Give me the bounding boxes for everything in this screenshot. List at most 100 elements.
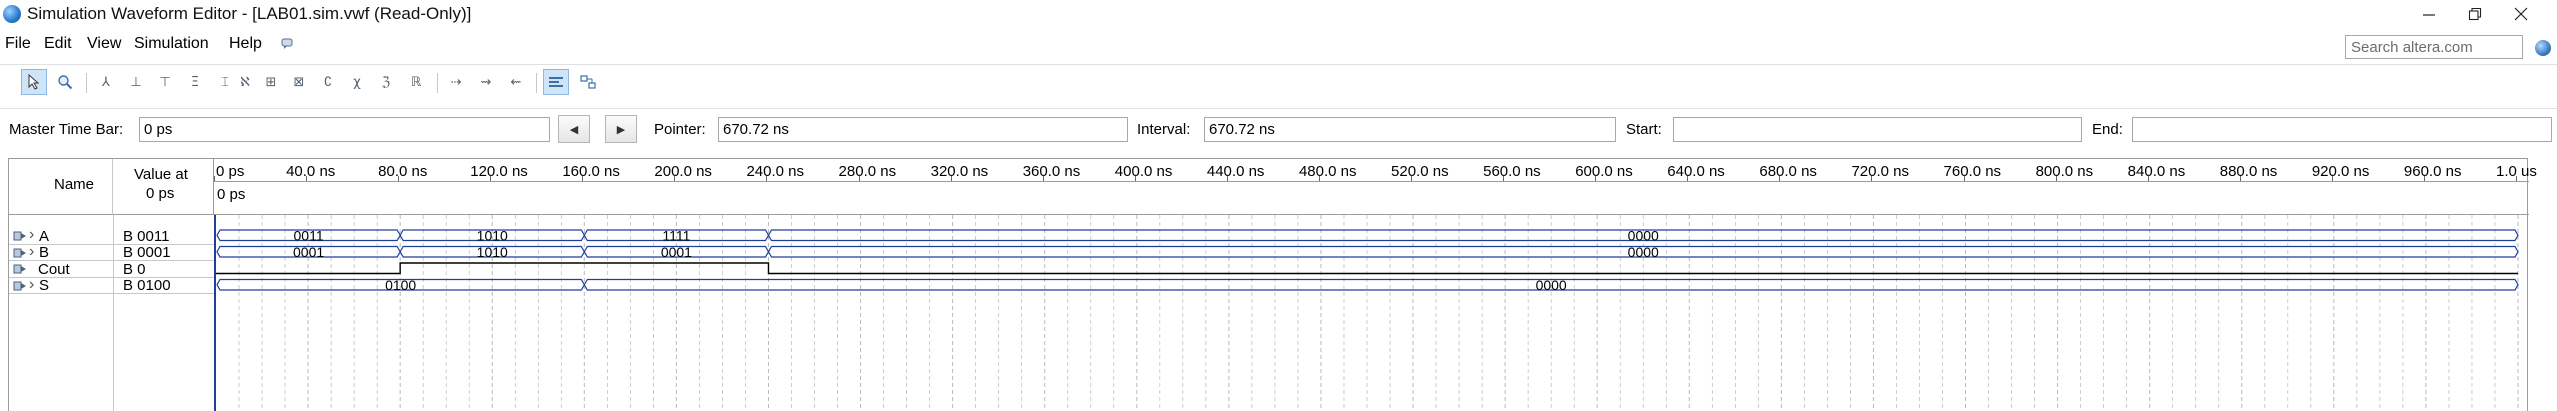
restore-icon: [2468, 7, 2482, 21]
interval-label: Interval:: [1137, 121, 1191, 138]
timeline-tick-label: 320.0 ns: [930, 163, 989, 180]
overwrite-clock-button[interactable]: ∁: [315, 69, 341, 95]
expand-chevron-icon[interactable]: ›: [29, 243, 34, 261]
help-topic-icon[interactable]: [281, 38, 295, 50]
timeline-tick-label: 640.0 ns: [1667, 163, 1725, 180]
start-field[interactable]: [1673, 117, 2082, 142]
signal-name[interactable]: B: [39, 244, 49, 261]
arrow-left-icon: ◀: [569, 123, 579, 136]
restore-button[interactable]: [2452, 0, 2498, 28]
signal-value: B 0001: [123, 244, 171, 261]
timeline-tick-label: 960.0 ns: [2403, 163, 2462, 180]
snap-to-grid-icon: [549, 77, 563, 87]
timeline-tick-label: 40.0 ns: [286, 163, 336, 180]
output-pin-icon: [13, 264, 26, 274]
minimize-icon: [2423, 14, 2435, 16]
previous-transition-button[interactable]: ◀: [558, 115, 590, 143]
minimize-button[interactable]: [2406, 0, 2452, 28]
signal-name[interactable]: Cout: [38, 261, 70, 278]
snap-to-grid-button[interactable]: [543, 69, 569, 95]
forcing-high-icon: ⊤: [159, 74, 171, 90]
timeline-tick-mark: [1779, 176, 1781, 181]
menu-view[interactable]: View: [87, 35, 121, 53]
next-transition-button[interactable]: ▶: [605, 115, 637, 143]
arbitrary-value-icon: ⊞: [265, 74, 277, 90]
timeline-tick-mark: [306, 176, 308, 181]
timeline-tick-mark: [582, 176, 584, 181]
master-time-bar-label: Master Time Bar:: [9, 121, 124, 138]
signal-value: B 0011: [123, 227, 170, 245]
timeline-tick-label: 160.0 ns: [562, 163, 620, 180]
timeline-tick-mark: [950, 176, 952, 181]
menu-file[interactable]: File: [5, 35, 31, 53]
timeline-tick-mark: [1134, 176, 1136, 181]
invert-icon: Ξ: [190, 74, 200, 90]
selection-tool-button[interactable]: [21, 69, 47, 95]
toolbar-separator: [536, 73, 537, 93]
timeline-tick-mark: [1871, 176, 1873, 181]
value-column-header[interactable]: Value at 0 ps: [113, 159, 214, 215]
waveform-canvas[interactable]: 0011 1010 1111 0000 0001 1010 0001 0000 0100 0000: [216, 215, 2529, 411]
timeline-divider: [214, 181, 2529, 182]
expand-chevron-icon[interactable]: ›: [29, 276, 34, 294]
timeline-tick-mark: [398, 176, 400, 181]
weak-high-icon: ℨ: [381, 74, 390, 90]
bus-segment-label: 0000: [1628, 244, 1659, 260]
menu-help[interactable]: Help: [229, 35, 262, 53]
search-input[interactable]: [2345, 35, 2523, 59]
pointer-label: Pointer:: [654, 121, 706, 138]
timeline-tick-mark: [1042, 176, 1044, 181]
timeline-header[interactable]: 0 ps 0 ps 40.0 ns 80.0 ns 120.0 ns 160.0 ns 2…: [214, 159, 2537, 215]
end-field[interactable]: [2132, 117, 2552, 142]
timeline-tick-mark: [490, 176, 492, 181]
name-column-header[interactable]: Name: [9, 159, 113, 215]
group-button[interactable]: [575, 69, 601, 95]
timeline-tick-label: 760.0 ns: [1943, 163, 2002, 180]
menu-simulation[interactable]: Simulation: [134, 35, 209, 53]
bus-segment-label: 0001: [293, 244, 324, 260]
timeline-tick-label: 560.0 ns: [1483, 163, 1541, 180]
sort-icon: ⇜: [510, 74, 522, 90]
node-finder-button[interactable]: ⅄: [93, 69, 119, 95]
output-bus-icon: [13, 281, 26, 290]
dont-care-button[interactable]: ℝ: [403, 69, 429, 95]
input-bus-icon: [13, 231, 26, 241]
timeline-tick-label: 840.0 ns: [2127, 163, 2186, 180]
timeline-tick-mark: [2239, 176, 2241, 181]
high-impedance-button[interactable]: ⇢: [443, 69, 469, 95]
arbitrary-value-button[interactable]: ⊞: [258, 69, 284, 95]
globe-icon[interactable]: [2535, 40, 2551, 56]
weak-low-icon: χ: [353, 74, 361, 90]
clock-icon: ℵ: [240, 74, 250, 90]
timeline-tick-mark: [1963, 176, 1965, 181]
forcing-low-button[interactable]: ⊥: [123, 69, 149, 95]
bus-segment-label: 1010: [477, 227, 508, 243]
signal-name[interactable]: S: [39, 277, 49, 294]
close-button[interactable]: [2498, 0, 2544, 28]
timeline-tick-label: 0 ps: [216, 163, 245, 180]
expand-chevron-icon[interactable]: ›: [29, 226, 34, 244]
count-value-icon: ⌶: [221, 74, 229, 90]
sort-button[interactable]: ⇜: [503, 69, 529, 95]
master-time-bar-field[interactable]: 0 ps: [139, 117, 550, 142]
forcing-high-button[interactable]: ⊤: [152, 69, 178, 95]
timeline-tick-mark: [2516, 176, 2517, 181]
dont-care-icon: ℝ: [410, 74, 422, 90]
random-value-button[interactable]: ⊠: [286, 69, 312, 95]
timeline-tick-mark: [1318, 176, 1320, 181]
timeline-tick-mark: [2055, 176, 2057, 181]
timeline-tick-label: 120.0 ns: [470, 163, 528, 180]
timeline-tick-label: 920.0 ns: [2311, 163, 2370, 180]
interval-field[interactable]: 670.72 ns: [1204, 117, 1616, 142]
weak-low-button[interactable]: χ: [344, 69, 370, 95]
snap-grid-button[interactable]: ⇝: [473, 69, 499, 95]
weak-high-button[interactable]: ℨ: [373, 69, 399, 95]
signal-name[interactable]: A: [39, 228, 49, 245]
clock-button[interactable]: ℵ: [232, 69, 258, 95]
menu-edit[interactable]: Edit: [44, 35, 72, 53]
bus-segment-label: 0011: [294, 227, 324, 243]
pointer-field[interactable]: 670.72 ns: [718, 117, 1128, 142]
invert-button[interactable]: Ξ: [182, 69, 208, 95]
zoom-tool-button[interactable]: [52, 69, 78, 95]
toolbar: ⅄ ⊥ ⊤ Ξ ⌶ ℵ ⊞ ⊠ ∁ χ ℨ ℝ ⇢ ⇝ ⇜: [0, 64, 2557, 98]
